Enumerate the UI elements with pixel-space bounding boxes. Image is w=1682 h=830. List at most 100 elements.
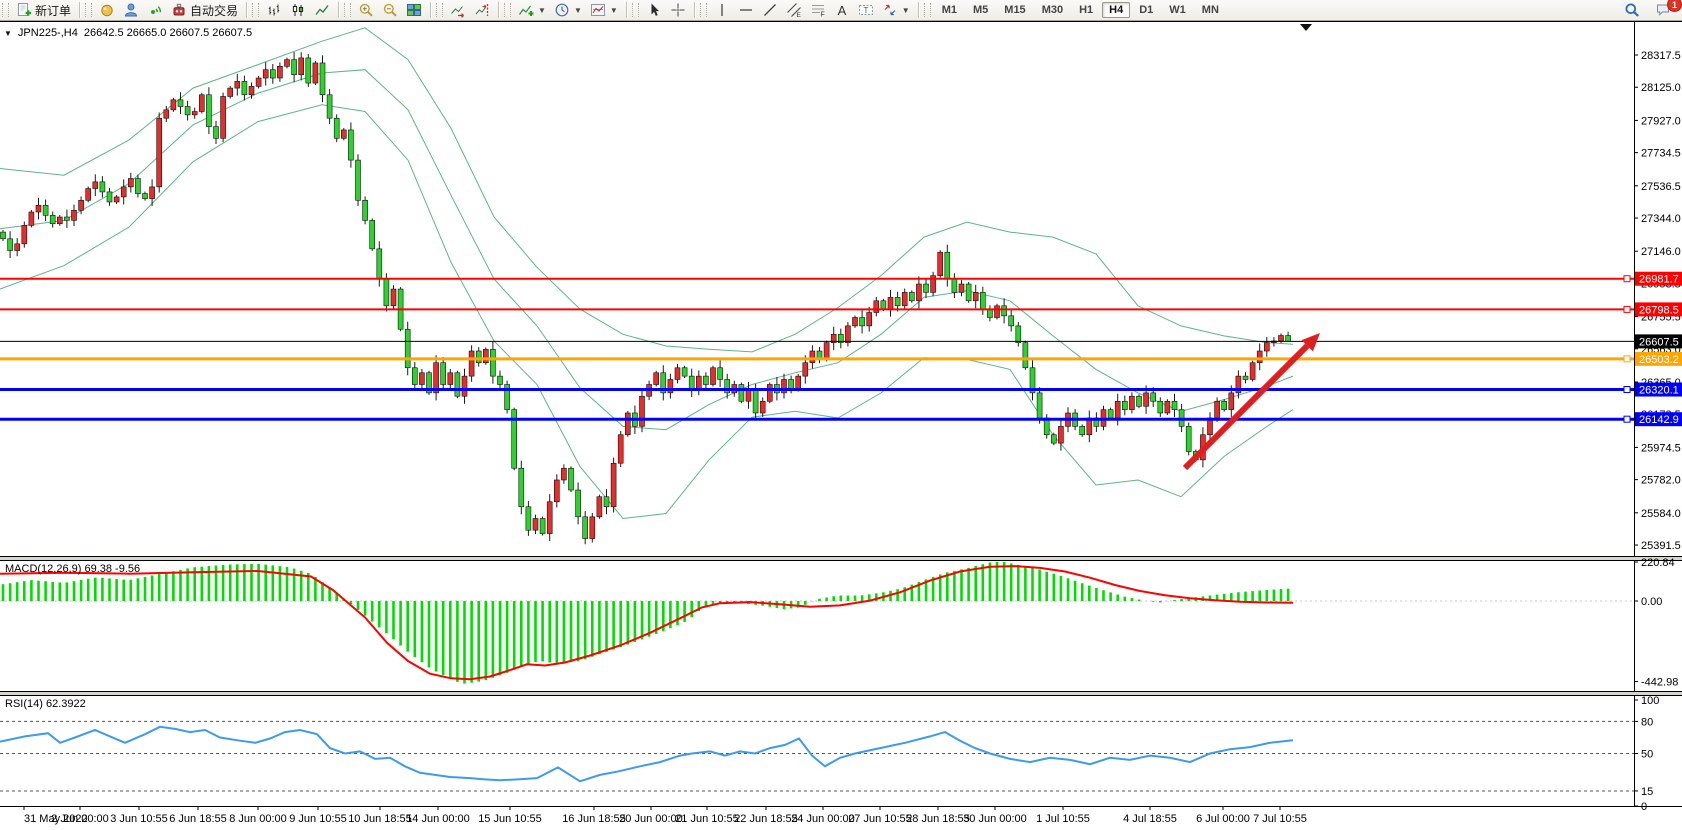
toolbar-group — [261, 0, 335, 20]
toolbar-group — [641, 0, 691, 20]
channel-button[interactable]: E — [782, 0, 806, 20]
arrows-button[interactable]: ▼ — [878, 0, 914, 20]
autotrading-icon — [171, 2, 187, 18]
templates-button[interactable]: ▼ — [586, 0, 622, 20]
toolbar-drag-handle[interactable] — [700, 3, 707, 17]
svg-text:F: F — [820, 12, 824, 19]
zoom-out-button[interactable] — [378, 0, 402, 20]
svg-text:16 Jun 18:55: 16 Jun 18:55 — [562, 813, 626, 825]
symbol-title[interactable]: ▼ JPN225-,H4 26642.5 26665.0 26607.5 266… — [4, 27, 252, 39]
macd-indicator-label: MACD(12,26,9) 69.38 -9.56 — [5, 563, 140, 575]
market-button[interactable] — [95, 0, 119, 20]
templates-icon — [590, 2, 606, 18]
svg-text:0.00: 0.00 — [1641, 596, 1662, 608]
crosshair-button[interactable] — [666, 0, 690, 20]
periods-button[interactable]: ▼ — [550, 0, 586, 20]
candle-chart-button[interactable] — [286, 0, 310, 20]
periods-icon — [554, 2, 570, 18]
svg-text:26320.1: 26320.1 — [1639, 385, 1679, 397]
toolbar-separator — [430, 2, 431, 18]
text-label-icon: T — [858, 2, 874, 18]
toolbar-drag-handle[interactable] — [632, 3, 639, 17]
chart-frame — [0, 21, 1682, 807]
price-axis[interactable]: 28317.528125.027927.027734.527536.527344… — [1634, 50, 1681, 552]
svg-text:15: 15 — [1641, 786, 1653, 798]
cursor-button[interactable] — [642, 0, 666, 20]
tile-windows-button[interactable] — [402, 0, 426, 20]
indicators-button[interactable]: ▼ — [514, 0, 550, 20]
profile-button[interactable] — [119, 0, 143, 20]
svg-text:10 Jun 18:55: 10 Jun 18:55 — [348, 813, 412, 825]
timeframe-m15-button[interactable]: M15 — [997, 2, 1032, 18]
timeframe-m30-button[interactable]: M30 — [1035, 2, 1070, 18]
zoom-in-button[interactable] — [354, 0, 378, 20]
text-label-button[interactable]: T — [854, 0, 878, 20]
horizontal-line-icon — [738, 2, 754, 18]
toolbar-separator — [498, 2, 499, 18]
notifications-button[interactable]: 1 — [1652, 0, 1676, 20]
time-axis[interactable]: 31 May 20222 Jun 00:003 Jun 10:556 Jun 1… — [24, 806, 1307, 825]
bar-chart-button[interactable] — [262, 0, 286, 20]
tile-windows-icon — [406, 2, 422, 18]
toolbar-drag-handle[interactable] — [344, 3, 351, 17]
toolbar-right: 1 — [1620, 0, 1682, 20]
toolbar-drag-handle[interactable] — [85, 3, 92, 17]
timeframe-mn-button[interactable]: MN — [1195, 2, 1226, 18]
horizontal-lines[interactable]: 26981.726798.526607.526503.226320.126142… — [0, 272, 1682, 426]
timeframe-m5-button[interactable]: M5 — [966, 2, 995, 18]
vertical-line-button[interactable] — [710, 0, 734, 20]
chevron-down-icon[interactable]: ▼ — [902, 6, 910, 15]
toolbar-drag-handle[interactable] — [504, 3, 511, 17]
trendline-button[interactable] — [758, 0, 782, 20]
chevron-down-icon[interactable]: ▼ — [610, 6, 618, 15]
shift-marker — [1300, 24, 1312, 31]
svg-text:26607.5: 26607.5 — [1639, 336, 1679, 348]
text-button[interactable]: A — [830, 0, 854, 20]
svg-text:3 Jun 10:55: 3 Jun 10:55 — [110, 813, 168, 825]
svg-text:20 Jun 00:00: 20 Jun 00:00 — [619, 813, 683, 825]
horizontal-line-button[interactable] — [734, 0, 758, 20]
autoscroll-button[interactable] — [446, 0, 470, 20]
toolbar-drag-handle[interactable] — [924, 3, 931, 17]
svg-text:1 Jul 10:55: 1 Jul 10:55 — [1036, 813, 1090, 825]
new-order-button[interactable]: 新订单 — [12, 0, 75, 21]
timeframe-h4-button[interactable]: H4 — [1102, 2, 1130, 18]
chevron-down-icon[interactable]: ▼ — [574, 6, 582, 15]
chart-shift-button[interactable] — [470, 0, 494, 20]
timeframe-m1-button[interactable]: M1 — [935, 2, 964, 18]
toolbar-drag-handle[interactable] — [436, 3, 443, 17]
svg-text:2 Jun 00:00: 2 Jun 00:00 — [51, 813, 109, 825]
signals-button[interactable] — [143, 0, 167, 20]
timeframe-w1-button[interactable]: W1 — [1162, 2, 1193, 18]
chevron-down-icon[interactable]: ▼ — [4, 29, 12, 38]
line-chart-icon — [314, 2, 330, 18]
fibonacci-button[interactable]: F — [806, 0, 830, 20]
toolbar-group: ▼ ▼ ▼ — [513, 0, 623, 20]
svg-text:50: 50 — [1641, 749, 1653, 761]
line-chart-button[interactable] — [310, 0, 334, 20]
svg-text:100: 100 — [1641, 695, 1659, 707]
svg-text:8 Jun 00:00: 8 Jun 00:00 — [229, 813, 287, 825]
trend-arrow[interactable] — [1185, 333, 1320, 468]
chevron-down-icon[interactable]: ▼ — [538, 6, 546, 15]
toolbar-separator — [246, 2, 247, 18]
svg-text:E: E — [796, 12, 801, 18]
svg-text:6 Jun 18:55: 6 Jun 18:55 — [169, 813, 227, 825]
chart-canvas[interactable]: 28317.528125.027927.027734.527536.527344… — [0, 21, 1682, 830]
toolbar-separator — [79, 2, 80, 18]
toolbar-drag-handle[interactable] — [2, 3, 9, 17]
toolbar-group: 自动交易 — [94, 0, 243, 20]
cursor-icon — [646, 2, 662, 18]
toolbar-drag-handle[interactable] — [252, 3, 259, 17]
timeframe-h1-button[interactable]: H1 — [1072, 2, 1100, 18]
new-order-icon — [16, 2, 32, 18]
search-button[interactable] — [1620, 0, 1644, 20]
bollinger-bands — [0, 28, 1293, 519]
ohlc-values: 26642.5 26665.0 26607.5 26607.5 — [84, 27, 252, 39]
autotrading-button[interactable]: 自动交易 — [167, 0, 242, 21]
channel-icon: E — [786, 2, 802, 18]
candle-chart-icon — [290, 2, 306, 18]
chart-window[interactable]: 28317.528125.027927.027734.527536.527344… — [0, 21, 1682, 830]
price-tag: 26798.5 — [1635, 302, 1682, 316]
timeframe-d1-button[interactable]: D1 — [1132, 2, 1160, 18]
